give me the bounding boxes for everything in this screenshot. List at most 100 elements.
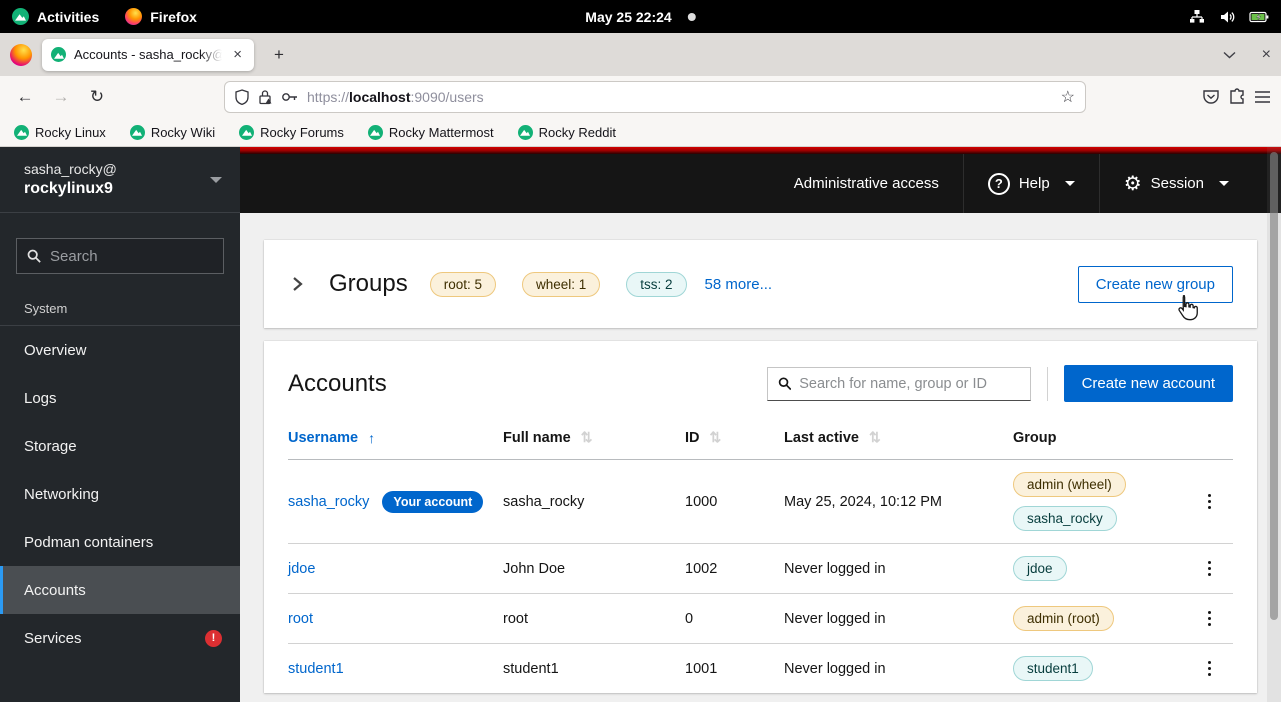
groups-expand-button[interactable] — [288, 272, 307, 296]
lock-warning-icon[interactable] — [258, 89, 272, 105]
sidebar-item-services[interactable]: Services ! — [0, 614, 240, 662]
system-tray[interactable] — [1189, 9, 1269, 25]
tab-favicon-rocky-icon — [51, 47, 66, 62]
sidebar-search[interactable] — [16, 238, 224, 274]
column-header-full-name[interactable]: Full name⇅ — [503, 429, 685, 446]
column-header-last-active[interactable]: Last active⇅ — [784, 429, 1013, 446]
tab-close-icon[interactable]: × — [230, 45, 245, 64]
extensions-puzzle-icon[interactable] — [1228, 88, 1246, 106]
chevron-right-icon — [292, 276, 303, 292]
menu-hamburger-icon[interactable] — [1254, 90, 1271, 104]
chevron-down-icon — [1219, 181, 1229, 186]
row-kebab-menu-button[interactable] — [1198, 605, 1221, 632]
sidebar-item-accounts[interactable]: Accounts — [0, 566, 240, 614]
shield-icon[interactable] — [235, 89, 249, 105]
groups-cell: admin (root) — [1013, 600, 1186, 637]
row-kebab-menu-button[interactable] — [1198, 488, 1221, 515]
username-link[interactable]: jdoe — [288, 561, 315, 577]
url-bar[interactable]: https://localhost:9090/users ☆ — [224, 81, 1086, 113]
sidebar-item-label: Services — [24, 630, 82, 647]
table-row: student1 student1 1001 Never logged in s… — [288, 644, 1233, 693]
create-new-account-button[interactable]: Create new account — [1064, 365, 1233, 402]
list-tabs-chevron-icon[interactable] — [1223, 51, 1236, 59]
back-button[interactable]: ← — [10, 82, 40, 112]
rocky-brand-stripe — [240, 147, 1281, 154]
group-membership-badge: jdoe — [1013, 556, 1067, 581]
group-membership-badge: admin (wheel) — [1013, 472, 1126, 497]
username-link[interactable]: student1 — [288, 661, 344, 677]
accounts-title: Accounts — [288, 370, 387, 398]
help-menu-button[interactable]: ? Help — [963, 154, 1099, 213]
host-switcher[interactable]: sasha_rocky@ rockylinux9 — [0, 147, 240, 213]
bookmark-item[interactable]: Rocky Wiki — [130, 125, 215, 140]
sidebar-item-networking[interactable]: Networking — [0, 470, 240, 518]
key-icon[interactable] — [281, 91, 298, 103]
scrollbar-track[interactable] — [1267, 147, 1281, 702]
group-membership-badge: sasha_rocky — [1013, 506, 1117, 531]
table-row: sasha_rocky Your account sasha_rocky 100… — [288, 460, 1233, 544]
bookmark-item[interactable]: Rocky Forums — [239, 125, 344, 140]
column-header-group[interactable]: Group — [1013, 430, 1186, 446]
bookmark-item[interactable]: Rocky Reddit — [518, 125, 616, 140]
group-count-badge: wheel: 1 — [522, 272, 600, 297]
scrollbar-thumb[interactable] — [1270, 152, 1278, 620]
sidebar-search-input[interactable] — [50, 248, 213, 265]
bookmark-label: Rocky Wiki — [151, 125, 215, 140]
groups-more-link[interactable]: 58 more... — [705, 276, 773, 293]
window-close-button[interactable]: × — [1262, 46, 1271, 64]
sort-icon: ⇅ — [710, 429, 722, 446]
session-menu-button[interactable]: ⚙ Session — [1099, 154, 1253, 213]
sidebar-nav: Overview Logs Storage Networking Podman … — [0, 326, 240, 662]
firefox-app-label: Firefox — [150, 9, 197, 25]
groups-card: Groups root: 5wheel: 1tss: 2 58 more... … — [264, 240, 1257, 328]
battery-icon — [1249, 10, 1269, 24]
sidebar-item-overview[interactable]: Overview — [0, 326, 240, 374]
username-link[interactable]: sasha_rocky — [288, 494, 369, 510]
clock-button[interactable]: May 25 22:24 — [585, 9, 695, 25]
sidebar-item-label: Podman containers — [24, 534, 153, 551]
table-row: jdoe John Doe 1002 Never logged in jdoe — [288, 544, 1233, 594]
pocket-icon[interactable] — [1202, 88, 1220, 106]
bookmark-item[interactable]: Rocky Mattermost — [368, 125, 494, 140]
create-new-group-button[interactable]: Create new group — [1078, 266, 1233, 303]
volume-icon — [1219, 9, 1235, 25]
row-kebab-menu-button[interactable] — [1198, 555, 1221, 582]
group-count-badge: root: 5 — [430, 272, 496, 297]
accounts-card: Accounts Create new account — [264, 341, 1257, 693]
firefox-icon — [125, 8, 142, 25]
question-circle-icon: ? — [988, 173, 1010, 195]
bookmark-item[interactable]: Rocky Linux — [14, 125, 106, 140]
forward-button[interactable]: → — [46, 82, 76, 112]
browser-tab-accounts[interactable]: Accounts - sasha_rocky@ × — [42, 39, 254, 71]
administrative-access-button[interactable]: Administrative access — [770, 154, 963, 213]
username-link[interactable]: root — [288, 611, 313, 627]
sidebar-item-logs[interactable]: Logs — [0, 374, 240, 422]
chevron-down-icon — [1065, 181, 1075, 186]
bookmark-label: Rocky Forums — [260, 125, 344, 140]
clock-label: May 25 22:24 — [585, 9, 671, 25]
accounts-search-input[interactable] — [799, 376, 1019, 392]
accounts-search[interactable] — [767, 367, 1031, 401]
id-cell: 0 — [685, 611, 784, 627]
sidebar-item-label: Logs — [24, 390, 57, 407]
column-header-username[interactable]: Username↑ — [288, 430, 503, 446]
bookmark-star-icon[interactable]: ☆ — [1061, 87, 1075, 107]
browser-toolbar: ← → ↻ https://localhost:9090/users ☆ — [0, 76, 1281, 118]
new-tab-button[interactable]: + — [264, 40, 294, 70]
firefox-app-menu[interactable]: Firefox — [125, 8, 197, 25]
full-name-cell: student1 — [503, 661, 685, 677]
alert-badge: ! — [205, 630, 222, 647]
activities-button[interactable]: Activities — [12, 8, 99, 25]
sort-icon: ⇅ — [869, 429, 881, 446]
tab-title: Accounts - sasha_rocky@ — [74, 47, 222, 62]
sidebar-item-label: Overview — [24, 342, 87, 359]
bookmark-label: Rocky Linux — [35, 125, 106, 140]
firefox-logo-icon — [10, 44, 32, 66]
reload-button[interactable]: ↻ — [82, 82, 112, 112]
sidebar-item-storage[interactable]: Storage — [0, 422, 240, 470]
last-active-cell: Never logged in — [784, 611, 1013, 627]
column-header-id[interactable]: ID⇅ — [685, 429, 784, 446]
sidebar-item-podman-containers[interactable]: Podman containers — [0, 518, 240, 566]
toolbar-divider — [1047, 367, 1048, 401]
row-kebab-menu-button[interactable] — [1198, 655, 1221, 682]
